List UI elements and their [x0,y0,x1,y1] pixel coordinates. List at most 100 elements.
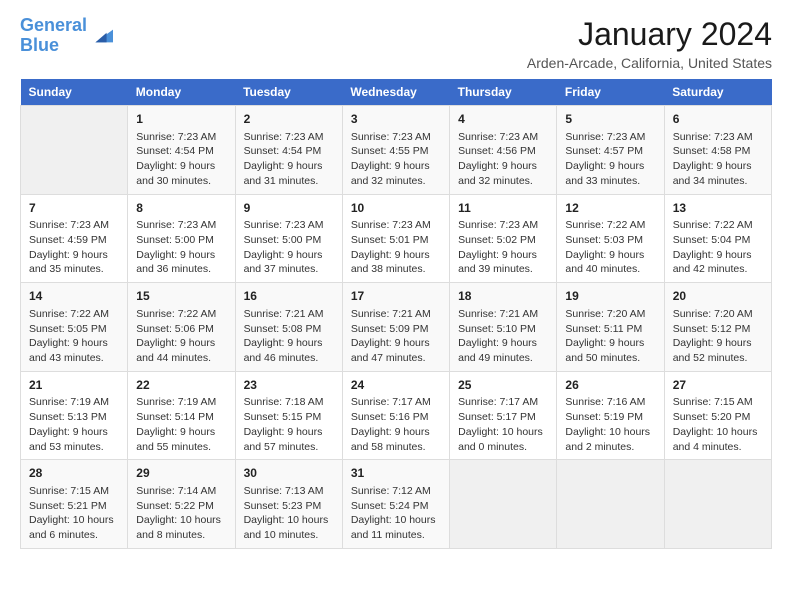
calendar-cell: 25Sunrise: 7:17 AMSunset: 5:17 PMDayligh… [450,371,557,460]
calendar-cell: 22Sunrise: 7:19 AMSunset: 5:14 PMDayligh… [128,371,235,460]
day-number: 28 [29,465,119,482]
day-number: 19 [565,288,655,305]
calendar-cell: 17Sunrise: 7:21 AMSunset: 5:09 PMDayligh… [342,283,449,372]
col-tuesday: Tuesday [235,79,342,106]
day-number: 2 [244,111,334,128]
day-number: 31 [351,465,441,482]
calendar-cell: 18 Sunrise: 7:21 AMSunset: 5:10 PMDayligh… [450,283,557,372]
day-info: Sunrise: 7:15 AMSunset: 5:20 PMDaylight:… [673,395,763,454]
day-info: Sunrise: 7:17 AMSunset: 5:16 PMDaylight:… [351,395,441,454]
title-block: January 2024 Arden-Arcade, California, U… [527,16,772,71]
day-info: Sunrise: 7:23 AMSunset: 5:02 PMDaylight:… [458,218,548,277]
calendar-cell: 19Sunrise: 7:20 AMSunset: 5:11 PMDayligh… [557,283,664,372]
logo-icon [89,26,113,46]
day-number: 5 [565,111,655,128]
calendar-cell [557,460,664,549]
calendar-cell: 15Sunrise: 7:22 AMSunset: 5:06 PMDayligh… [128,283,235,372]
col-sunday: Sunday [21,79,128,106]
week-row-3: 14Sunrise: 7:22 AMSunset: 5:05 PMDayligh… [21,283,772,372]
day-info: Sunrise: 7:21 AMSunset: 5:08 PMDaylight:… [244,307,334,366]
calendar-cell: 21Sunrise: 7:19 AMSunset: 5:13 PMDayligh… [21,371,128,460]
day-info: Sunrise: 7:23 AMSunset: 4:59 PMDaylight:… [29,218,119,277]
calendar-cell: 11Sunrise: 7:23 AMSunset: 5:02 PMDayligh… [450,194,557,283]
calendar-table: Sunday Monday Tuesday Wednesday Thursday… [20,79,772,549]
col-monday: Monday [128,79,235,106]
location: Arden-Arcade, California, United States [527,55,772,71]
day-info: Sunrise: 7:23 AMSunset: 5:00 PMDaylight:… [136,218,226,277]
day-info: Sunrise: 7:23 AMSunset: 5:00 PMDaylight:… [244,218,334,277]
day-number: 10 [351,200,441,217]
page-header: GeneralBlue January 2024 Arden-Arcade, C… [20,16,772,71]
day-info: Sunrise: 7:23 AMSunset: 4:57 PMDaylight:… [565,130,655,189]
day-number: 18 [458,288,548,305]
day-info: Sunrise: 7:14 AMSunset: 5:22 PMDaylight:… [136,484,226,543]
day-number: 7 [29,200,119,217]
day-number: 20 [673,288,763,305]
calendar-cell: 31 Sunrise: 7:12 AMSunset: 5:24 PMDayligh… [342,460,449,549]
day-number: 26 [565,377,655,394]
day-number: 25 [458,377,548,394]
day-info: Sunrise: 7:22 AMSunset: 5:04 PMDaylight:… [673,218,763,277]
day-number: 23 [244,377,334,394]
day-number: 6 [673,111,763,128]
col-saturday: Saturday [664,79,771,106]
calendar-cell: 13Sunrise: 7:22 AMSunset: 5:04 PMDayligh… [664,194,771,283]
day-number: 12 [565,200,655,217]
calendar-cell: 6 Sunrise: 7:23 AMSunset: 4:58 PMDaylight… [664,106,771,195]
day-info: Sunrise: 7:22 AMSunset: 5:03 PMDaylight:… [565,218,655,277]
day-number: 22 [136,377,226,394]
day-number: 4 [458,111,548,128]
day-number: 24 [351,377,441,394]
day-number: 17 [351,288,441,305]
col-wednesday: Wednesday [342,79,449,106]
calendar-cell: 8Sunrise: 7:23 AMSunset: 5:00 PMDaylight… [128,194,235,283]
day-info: Sunrise: 7:23 AMSunset: 4:56 PMDaylight:… [458,130,548,189]
calendar-cell: 27Sunrise: 7:15 AMSunset: 5:20 PMDayligh… [664,371,771,460]
week-row-5: 28 Sunrise: 7:15 AMSunset: 5:21 PMDayligh… [21,460,772,549]
day-info: Sunrise: 7:23 AMSunset: 4:58 PMDaylight:… [673,130,763,189]
calendar-cell [21,106,128,195]
day-info: Sunrise: 7:17 AMSunset: 5:17 PMDaylight:… [458,395,548,454]
calendar-cell: 16 Sunrise: 7:21 AMSunset: 5:08 PMDayligh… [235,283,342,372]
day-number: 21 [29,377,119,394]
calendar-cell: 26Sunrise: 7:16 AMSunset: 5:19 PMDayligh… [557,371,664,460]
calendar-cell [664,460,771,549]
day-info: Sunrise: 7:12 AMSunset: 5:24 PMDaylight:… [351,484,441,543]
col-friday: Friday [557,79,664,106]
day-info: Sunrise: 7:23 AMSunset: 5:01 PMDaylight:… [351,218,441,277]
logo: GeneralBlue [20,16,113,56]
calendar-cell: 23Sunrise: 7:18 AMSunset: 5:15 PMDayligh… [235,371,342,460]
calendar-cell: 29 Sunrise: 7:14 AMSunset: 5:22 PMDayligh… [128,460,235,549]
day-info: Sunrise: 7:23 AMSunset: 4:55 PMDaylight:… [351,130,441,189]
calendar-cell [450,460,557,549]
header-row: Sunday Monday Tuesday Wednesday Thursday… [21,79,772,106]
week-row-1: 1 Sunrise: 7:23 AMSunset: 4:54 PMDaylight… [21,106,772,195]
day-info: Sunrise: 7:13 AMSunset: 5:23 PMDaylight:… [244,484,334,543]
col-thursday: Thursday [450,79,557,106]
day-info: Sunrise: 7:19 AMSunset: 5:14 PMDaylight:… [136,395,226,454]
day-info: Sunrise: 7:22 AMSunset: 5:06 PMDaylight:… [136,307,226,366]
day-info: Sunrise: 7:18 AMSunset: 5:15 PMDaylight:… [244,395,334,454]
calendar-cell: 20 Sunrise: 7:20 AMSunset: 5:12 PMDayligh… [664,283,771,372]
calendar-cell: 14Sunrise: 7:22 AMSunset: 5:05 PMDayligh… [21,283,128,372]
calendar-cell: 9Sunrise: 7:23 AMSunset: 5:00 PMDaylight… [235,194,342,283]
logo-text: GeneralBlue [20,16,87,56]
day-number: 1 [136,111,226,128]
day-number: 9 [244,200,334,217]
day-info: Sunrise: 7:23 AMSunset: 4:54 PMDaylight:… [136,130,226,189]
day-number: 3 [351,111,441,128]
calendar-cell: 4 Sunrise: 7:23 AMSunset: 4:56 PMDaylight… [450,106,557,195]
calendar-cell: 28 Sunrise: 7:15 AMSunset: 5:21 PMDayligh… [21,460,128,549]
calendar-cell: 24Sunrise: 7:17 AMSunset: 5:16 PMDayligh… [342,371,449,460]
day-info: Sunrise: 7:23 AMSunset: 4:54 PMDaylight:… [244,130,334,189]
day-number: 16 [244,288,334,305]
calendar-cell: 10Sunrise: 7:23 AMSunset: 5:01 PMDayligh… [342,194,449,283]
day-number: 30 [244,465,334,482]
day-info: Sunrise: 7:21 AMSunset: 5:10 PMDaylight:… [458,307,548,366]
month-year: January 2024 [527,16,772,53]
week-row-2: 7Sunrise: 7:23 AMSunset: 4:59 PMDaylight… [21,194,772,283]
calendar-cell: 7Sunrise: 7:23 AMSunset: 4:59 PMDaylight… [21,194,128,283]
day-number: 29 [136,465,226,482]
day-info: Sunrise: 7:20 AMSunset: 5:12 PMDaylight:… [673,307,763,366]
day-info: Sunrise: 7:15 AMSunset: 5:21 PMDaylight:… [29,484,119,543]
